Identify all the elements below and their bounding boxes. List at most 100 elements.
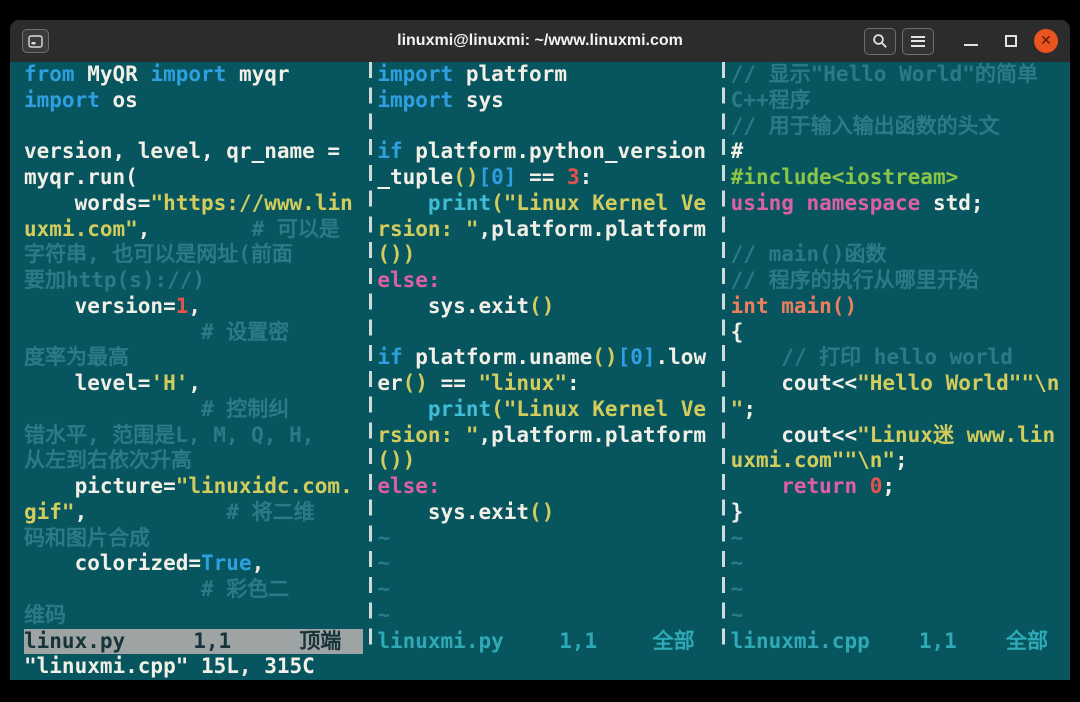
code-line: picture="linuxidc.com. bbox=[24, 474, 363, 500]
vim-pane-linuxmi-cpp[interactable]: // 显示"Hello World"的简单 C++程序// 用于输入输出函数的头文… bbox=[731, 62, 1070, 654]
code-token: 从左到右依次升高 bbox=[24, 448, 192, 473]
code-line: ~ bbox=[377, 551, 716, 577]
code-token: ~ bbox=[730, 602, 744, 627]
code-token: import bbox=[377, 87, 454, 112]
code-token: () bbox=[592, 345, 618, 370]
close-icon: ✕ bbox=[1040, 33, 1052, 49]
code-token: { bbox=[730, 319, 744, 344]
code-line: ~ bbox=[377, 603, 716, 629]
code-token: using namespace bbox=[730, 190, 921, 215]
vim-vertical-split-1[interactable] bbox=[363, 62, 377, 655]
code-token: 度率为最高 bbox=[24, 345, 129, 370]
maximize-button[interactable] bbox=[994, 24, 1028, 58]
code-token: ,platform.platform bbox=[478, 216, 707, 241]
close-button[interactable]: ✕ bbox=[1034, 29, 1058, 53]
code-line: cout<<"Linux迷 www.lin bbox=[731, 423, 1070, 449]
code-token: "Linux迷 www.lin bbox=[857, 422, 1056, 447]
terminal-content[interactable]: from MyQR import myqr import os version, l… bbox=[10, 62, 1070, 680]
code-token: [0] bbox=[478, 165, 517, 189]
code-line: print("Linux Kernel Ve bbox=[377, 397, 716, 423]
code-token: 1 bbox=[175, 293, 189, 318]
code-token: _tuple bbox=[377, 165, 454, 189]
code-token: 0 bbox=[869, 474, 883, 498]
code-line: ~ bbox=[731, 551, 1070, 577]
code-token: () bbox=[453, 165, 479, 189]
code-line: ()) bbox=[377, 242, 716, 268]
code-area-linuxmi-py[interactable]: import platform import sys if platform.pyt… bbox=[377, 62, 716, 629]
code-line: ~ bbox=[731, 603, 1070, 629]
code-line: #include<iostream> bbox=[731, 165, 1070, 191]
code-token: .low bbox=[655, 345, 707, 370]
code-line: ~ bbox=[377, 577, 716, 603]
code-token: # bbox=[730, 139, 744, 164]
code-token: level= bbox=[24, 371, 151, 395]
code-line: uxmi.com""\n"; bbox=[731, 448, 1070, 474]
app-icon-button[interactable] bbox=[22, 29, 49, 53]
code-line: 维码 bbox=[24, 603, 363, 629]
status-position: 全部 bbox=[652, 628, 695, 653]
code-token: rsion: " bbox=[377, 216, 479, 241]
code-line: ~ bbox=[731, 577, 1070, 603]
code-line: } bbox=[731, 500, 1070, 526]
code-line: sys.exit() bbox=[377, 500, 716, 526]
code-line: { bbox=[731, 320, 1070, 346]
code-token: , bbox=[188, 371, 202, 395]
code-token: cout<< bbox=[730, 422, 858, 447]
code-token: "Hello World""\n bbox=[857, 371, 1060, 395]
code-token: ; bbox=[882, 474, 896, 498]
code-line: myqr.run( bbox=[24, 165, 363, 191]
code-token: if bbox=[377, 345, 403, 370]
code-token: "linuxidc.com. bbox=[175, 474, 353, 498]
minimize-button[interactable] bbox=[954, 24, 988, 58]
code-line: 码和图片合成 bbox=[24, 526, 363, 552]
code-token: platform.python_version bbox=[402, 139, 707, 164]
code-token: MyQR bbox=[74, 62, 151, 86]
code-token: uxmi.com" bbox=[24, 216, 138, 241]
code-token: ; bbox=[743, 396, 756, 421]
status-filename: linux.py bbox=[24, 628, 126, 653]
code-area-linuxmi-cpp[interactable]: // 显示"Hello World"的简单 C++程序// 用于输入输出函数的头文… bbox=[731, 62, 1070, 629]
code-line: ~ bbox=[731, 526, 1070, 552]
code-token: ("Linux Kernel Ve bbox=[491, 396, 707, 421]
code-token: sys.exit bbox=[377, 293, 530, 318]
code-token: gif" bbox=[24, 499, 75, 524]
vim-pane-linux-py[interactable]: from MyQR import myqr import os version, l… bbox=[24, 62, 364, 655]
statusline-linux-py: linux.py 1,1 顶端 bbox=[24, 628, 364, 655]
code-line: // 用于输入输出函数的头文 bbox=[731, 114, 1070, 140]
vim-vertical-split-2[interactable] bbox=[717, 62, 731, 655]
menu-button[interactable] bbox=[902, 27, 934, 55]
code-line: return 0; bbox=[731, 474, 1070, 500]
code-token: 'H' bbox=[150, 371, 189, 395]
code-token: uxmi.com""\n" bbox=[730, 448, 896, 473]
code-line: gif", # 将二维 bbox=[24, 500, 363, 526]
search-button[interactable] bbox=[864, 27, 896, 55]
code-token: print bbox=[427, 190, 492, 215]
split-separator-line bbox=[722, 62, 726, 655]
code-token: ~ bbox=[730, 551, 744, 576]
code-line: rsion: ",platform.platform bbox=[377, 217, 716, 243]
code-line: // 显示"Hello World"的简单 bbox=[731, 62, 1070, 88]
code-line: 字符串, 也可以是网址(前面 bbox=[24, 242, 363, 268]
code-token: int main() bbox=[730, 293, 858, 318]
code-token: // 显示"Hello World"的简单 bbox=[730, 62, 1038, 86]
code-line: if platform.python_version bbox=[377, 139, 716, 165]
vim-pane-linuxmi-py[interactable]: import platform import sys if platform.pyt… bbox=[377, 62, 716, 654]
code-token: ~ bbox=[377, 602, 390, 627]
code-token: platform bbox=[453, 62, 567, 86]
code-token: ("Linux Kernel Ve bbox=[491, 190, 707, 215]
code-line: sys.exit() bbox=[377, 294, 716, 320]
code-line: cout<<"Hello World""\n bbox=[731, 371, 1070, 397]
code-token: sys.exit bbox=[377, 499, 530, 524]
code-token: return bbox=[781, 474, 858, 498]
code-area-linux-py[interactable]: from MyQR import myqr import os version, l… bbox=[24, 62, 363, 629]
code-token: ~ bbox=[730, 577, 744, 601]
code-line: // 打印 hello world bbox=[731, 345, 1070, 371]
code-token: 维码 bbox=[24, 602, 66, 627]
code-token: std; bbox=[920, 190, 984, 215]
